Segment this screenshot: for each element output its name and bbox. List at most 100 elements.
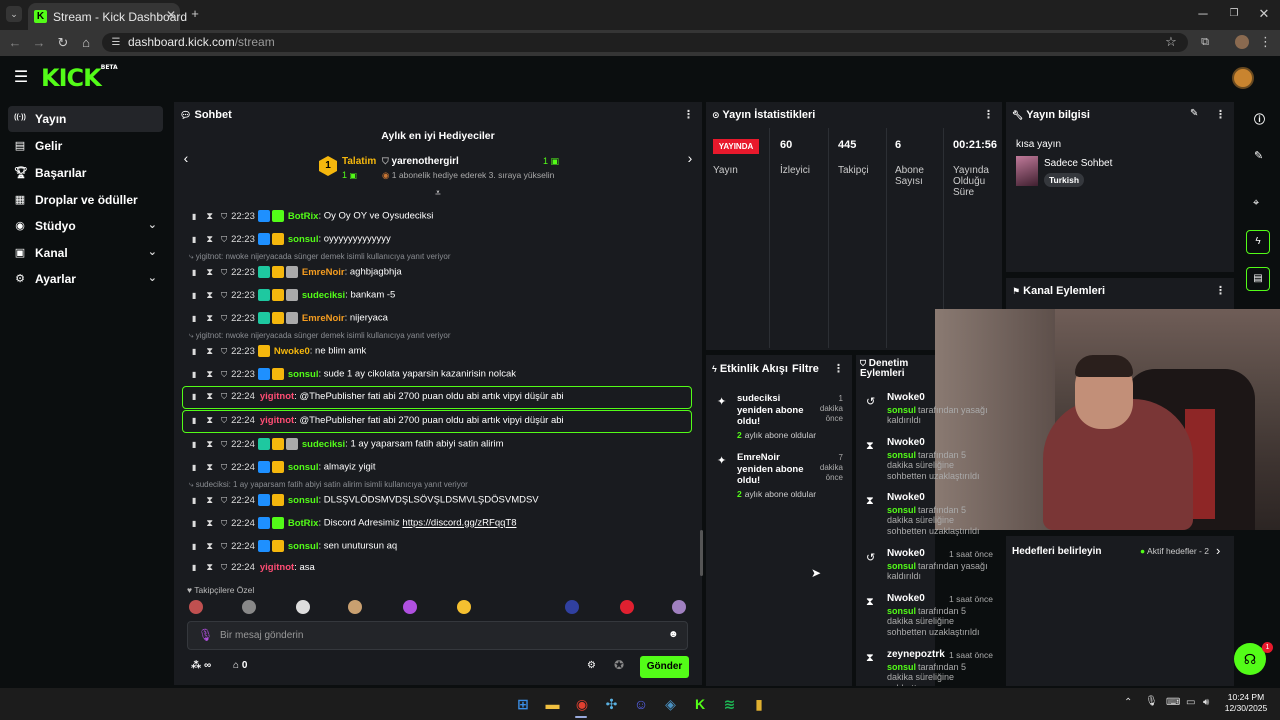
chrome-icon[interactable]: ◉ <box>572 694 592 714</box>
app2-icon[interactable]: ▮ <box>749 694 769 714</box>
active-goals[interactable]: ● Aktif hedefler - 2 <box>1140 546 1209 556</box>
timeout-icon[interactable]: ⧗ <box>206 518 213 529</box>
emote-icon[interactable] <box>242 600 256 614</box>
browser-tab[interactable]: K Stream - Kick Dashboard ✕ <box>28 3 187 30</box>
start-icon[interactable]: ⊞ <box>513 694 533 714</box>
chat-message[interactable]: ▮ ⧗ ⛉ 22:24 BotRix: Discord Adresimiz https:… <box>192 517 516 533</box>
kick-app-icon[interactable]: K <box>690 694 710 714</box>
timeout-icon[interactable]: ⧗ <box>206 290 213 301</box>
pin-icon[interactable]: ▮ <box>192 212 196 221</box>
browser-menu-icon[interactable]: ⋮ <box>1259 34 1272 50</box>
channel-points[interactable]: ⁂ ∞ <box>191 660 211 671</box>
timeout-icon[interactable]: ⧗ <box>206 267 213 278</box>
message-username[interactable]: sonsul <box>288 234 319 245</box>
app-icon[interactable]: ✣ <box>602 694 622 714</box>
edit-info-icon[interactable]: ✎ <box>1190 108 1198 119</box>
activity-menu-icon[interactable]: ⋮ <box>833 362 844 375</box>
ban-icon[interactable]: ⛉ <box>221 347 227 356</box>
chat-menu-icon[interactable]: ⋮ <box>683 108 694 121</box>
moderation-item[interactable]: Nwoke0 sonsul tarafından 5 dakika süreliği… <box>887 492 992 536</box>
send-button[interactable]: Gönder <box>640 656 689 678</box>
gifter2[interactable]: ⛉ yarenothergirl <box>382 156 459 167</box>
ban-icon[interactable]: ⛉ <box>221 268 227 277</box>
moderation-item[interactable]: Nwoke0 sonsul tarafından 5 dakika süreliği… <box>887 437 992 481</box>
message-username[interactable]: sonsul <box>288 541 319 552</box>
timeout-icon[interactable]: ⧗ <box>206 541 213 552</box>
notes-icon[interactable]: ▤ <box>1246 267 1270 291</box>
ban-icon[interactable]: ⛉ <box>221 212 227 221</box>
pin-icon[interactable]: ▮ <box>192 463 196 472</box>
chat-message[interactable]: ▮ ⧗ ⛉ 22:24 sonsul: almayiz yigit <box>192 461 376 477</box>
pin-icon[interactable]: ▮ <box>192 519 196 528</box>
message-username[interactable]: yigitnot <box>260 562 294 573</box>
moderation-item[interactable]: Nwoke0 1 saat önce sonsul tarafından yasağı… <box>887 548 993 582</box>
chat-message[interactable]: ▮ ⧗ ⛉ 22:23 sonsul: sude 1 ay cikolata yapar… <box>192 368 516 384</box>
chat-message[interactable]: ▮ ⧗ ⛉ 22:23 Nwoke0: ne blim amk <box>192 345 366 361</box>
spotify-icon[interactable]: ≋ <box>720 694 740 714</box>
pencil-icon[interactable]: ✎ <box>1254 149 1263 162</box>
pin-icon[interactable]: ▮ <box>192 542 196 551</box>
message-username[interactable]: EmreNoir <box>302 267 345 278</box>
user-avatar[interactable] <box>1232 67 1254 89</box>
activity-event[interactable]: EmreNoir yeniden abone oldu! <box>737 452 817 487</box>
microphone-icon[interactable]: 🎙︎ <box>198 628 213 642</box>
file-explorer-icon[interactable]: ▬ <box>543 694 563 714</box>
message-username[interactable]: yigitnot <box>260 391 294 402</box>
info-circle-icon[interactable]: ⓘ <box>1254 111 1265 127</box>
timeout-icon[interactable]: ⧗ <box>206 234 213 245</box>
timeout-icon[interactable]: ⧗ <box>206 439 213 450</box>
chat-message[interactable]: ▮ ⧗ ⛉ 22:23 sudeciksi: bankam -5 <box>192 289 395 305</box>
timeout-icon[interactable]: ⧗ <box>206 495 213 506</box>
chat-message[interactable]: ▮ ⧗ ⛉ 22:23 EmreNoir: aghbjagbhja <box>192 266 402 282</box>
timeout-icon[interactable]: ⧗ <box>206 562 213 573</box>
emote-icon[interactable] <box>565 600 579 614</box>
timeout-icon[interactable]: ⧗ <box>206 346 213 357</box>
bookmark-star-icon[interactable]: ☆ <box>1164 34 1178 50</box>
sidebar-item-gear[interactable]: ⚙ Ayarlar ⌄ <box>8 266 163 292</box>
tray-mic-icon[interactable]: 🎙︎ <box>1145 696 1158 707</box>
steam-icon[interactable]: ◈ <box>661 694 681 714</box>
window-close-icon[interactable]: ✕ <box>1257 6 1271 22</box>
chat-message[interactable]: ▮ ⧗ ⛉ 22:23 sonsul: oyyyyyyyyyyyyy <box>192 233 391 249</box>
reload-icon[interactable]: ↻ <box>56 35 70 51</box>
gifters-next-icon[interactable]: › <box>684 150 696 166</box>
ban-icon[interactable]: ⛉ <box>221 314 227 323</box>
gifter1-name[interactable]: Talatim <box>342 156 376 167</box>
timeout-icon[interactable]: ⧗ <box>206 415 213 426</box>
pin-icon[interactable]: ▮ <box>192 291 196 300</box>
forward-icon[interactable]: → <box>32 35 46 51</box>
ban-icon[interactable]: ⛉ <box>221 542 227 551</box>
restore-icon[interactable]: ❐ <box>1227 6 1241 22</box>
emote-icon[interactable] <box>189 600 203 614</box>
emote-icon[interactable] <box>348 600 362 614</box>
chat-message[interactable]: ▮ ⧗ ⛉ 22:24 sonsul: sen unutursun aq <box>192 540 397 556</box>
emote-icon[interactable] <box>620 600 634 614</box>
ban-icon[interactable]: ⛉ <box>221 370 227 379</box>
kick-logo[interactable]: KICKBETA <box>41 64 118 92</box>
moderation-item[interactable]: zeynepoztrk 1 saat önce sonsul tarafından 5… <box>887 649 993 686</box>
timeout-icon[interactable]: ⧗ <box>206 313 213 324</box>
pin-icon[interactable]: ▮ <box>192 347 196 356</box>
ban-icon[interactable]: ⛉ <box>221 235 227 244</box>
stats-menu-icon[interactable]: ⋮ <box>983 108 994 121</box>
discord-icon[interactable]: ☺ <box>631 694 651 714</box>
site-info-icon[interactable]: ☰ <box>110 35 122 51</box>
pin-icon[interactable]: ▮ <box>192 440 196 449</box>
menu-icon[interactable]: ☰ <box>13 70 29 86</box>
message-username[interactable]: BotRix <box>288 211 319 222</box>
category-name[interactable]: Sadece Sohbet <box>1044 158 1112 169</box>
chat-message[interactable]: ▮ ⧗ ⛉ 22:24 yigitnot: @ThePublisher fati abi… <box>192 415 564 431</box>
message-link[interactable]: https://discord.gg/zRFqqT8 <box>402 518 516 529</box>
message-username[interactable]: EmreNoir <box>302 313 345 324</box>
message-username[interactable]: sudeciksi <box>302 439 345 450</box>
ban-icon[interactable]: ⛉ <box>221 563 227 572</box>
tab-close-icon[interactable]: ✕ <box>166 8 176 22</box>
tray-volume-icon[interactable]: 🔊︎ <box>1203 697 1209 708</box>
pin-icon[interactable]: ▮ <box>192 416 196 425</box>
emote-icon[interactable] <box>457 600 471 614</box>
emote-icon[interactable] <box>403 600 417 614</box>
sidebar-item-trophy[interactable]: 🏆︎ Başarılar <box>8 160 163 186</box>
pin-icon[interactable]: ▮ <box>192 496 196 505</box>
tray-chevron-icon[interactable]: ⌃ <box>1124 697 1132 708</box>
timeout-icon[interactable]: ⧗ <box>206 369 213 380</box>
